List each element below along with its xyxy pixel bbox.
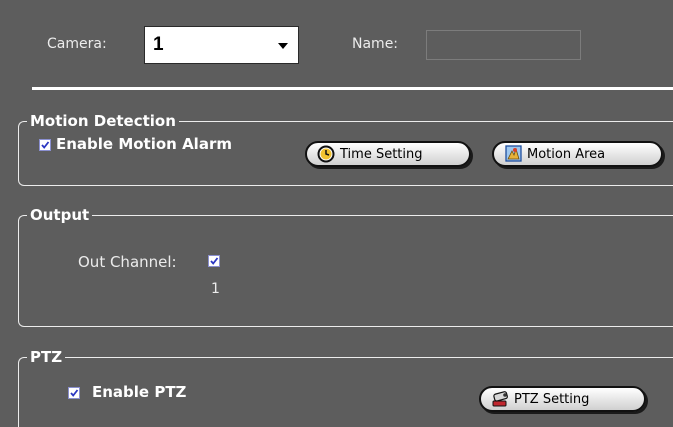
settings-panel: Camera: 1 Name: Motion Detection Enable … [0,0,673,427]
enable-ptz-checkbox[interactable] [68,387,80,399]
enable-ptz-label: Enable PTZ [92,383,187,401]
name-label: Name: [352,36,399,52]
chevron-down-icon[interactable] [278,43,288,49]
time-setting-button[interactable]: Time Setting [305,141,471,167]
motion-area-label: Motion Area [527,146,606,162]
enable-motion-alarm-checkbox[interactable] [39,139,51,151]
motion-area-button[interactable]: Motion Area [492,141,663,167]
motion-area-icon [505,145,522,162]
ptz-camera-icon [492,391,508,407]
header-divider [32,87,673,90]
out-channel-label: Out Channel: [78,253,177,271]
time-setting-label: Time Setting [340,146,423,162]
ptz-setting-label: PTZ Setting [514,391,590,407]
camera-label: Camera: [47,36,107,52]
check-icon [210,257,219,265]
enable-motion-alarm-label: Enable Motion Alarm [56,135,232,153]
clock-icon [317,145,335,163]
ptz-title: PTZ [27,347,66,367]
output-group: Output [18,205,673,327]
check-icon [70,389,79,397]
output-title: Output [27,205,93,225]
camera-select[interactable]: 1 [144,26,299,64]
camera-select-value: 1 [153,34,164,55]
ptz-setting-button[interactable]: PTZ Setting [479,386,646,412]
motion-detection-title: Motion Detection [27,111,179,131]
out-channel-number: 1 [211,281,220,297]
check-icon [41,141,50,149]
name-input[interactable] [426,30,581,60]
out-channel-1-checkbox[interactable] [208,255,220,267]
